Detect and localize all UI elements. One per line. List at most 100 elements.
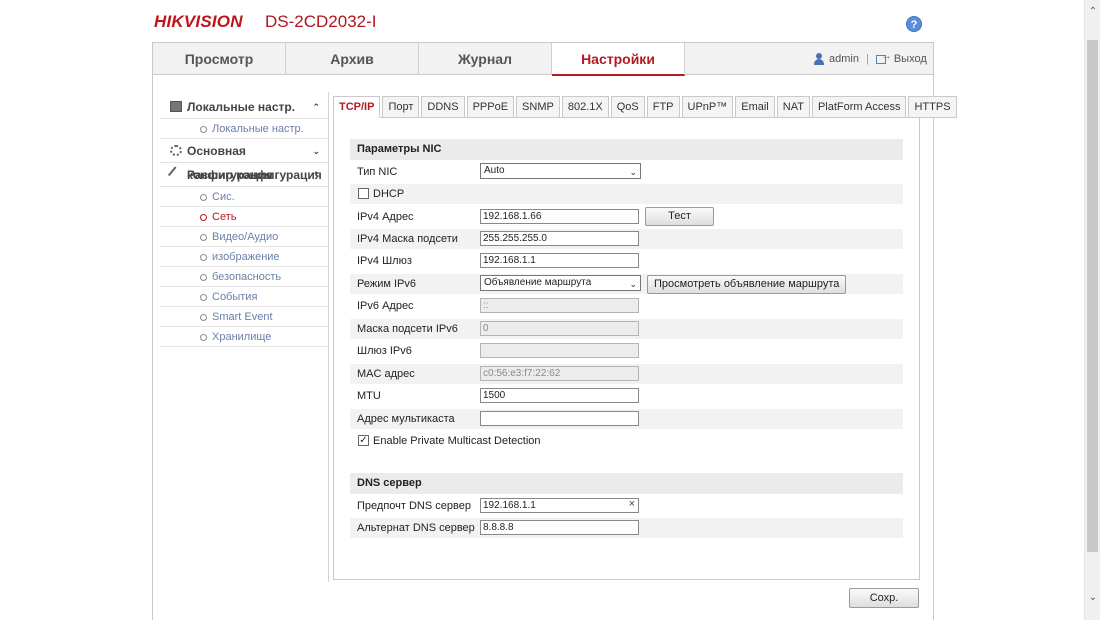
- preferred-dns-label: Предпочт DNS сервер: [357, 500, 471, 512]
- sidebar-divider: [328, 92, 329, 582]
- ipv6-mode-label: Режим IPv6: [357, 278, 416, 290]
- row-ipv6-mode: Режим IPv6 Объявление маршрута ⌄ Просмот…: [350, 274, 903, 294]
- sidebar-item-local-config[interactable]: Локальные настр.: [160, 119, 328, 139]
- sidebar-section-advanced[interactable]: Расшир конфигурация ⌃: [160, 163, 328, 187]
- scroll-down-icon[interactable]: ⌄: [1087, 592, 1099, 604]
- dhcp-label: DHCP: [373, 188, 405, 200]
- user-box: admin | Выход: [813, 50, 927, 66]
- tab-port[interactable]: Порт: [382, 96, 420, 118]
- tab-email[interactable]: Email: [735, 96, 775, 118]
- row-alternate-dns: Альтернат DNS сервер 8.8.8.8: [350, 518, 903, 538]
- alternate-dns-label: Альтернат DNS сервер: [357, 522, 475, 534]
- logout-icon[interactable]: [875, 50, 892, 64]
- username: admin: [829, 53, 859, 65]
- mac-address-input: c0:56:e3:f7:22:62: [480, 366, 639, 381]
- sidebar-item-system[interactable]: Сис.: [160, 187, 328, 207]
- sidebar-item-video-audio[interactable]: Видео/Аудио: [160, 227, 328, 247]
- user-icon: [813, 53, 825, 65]
- ipv4-gateway-input[interactable]: 192.168.1.1: [480, 253, 639, 268]
- tab-https[interactable]: HTTPS: [908, 96, 957, 118]
- monitor-icon: [170, 101, 182, 112]
- tab-platform-access[interactable]: PlatForm Access: [811, 96, 907, 118]
- chevron-down-icon[interactable]: ⌄: [312, 139, 320, 163]
- multicast-input[interactable]: [480, 411, 639, 426]
- sidebar-section-basic[interactable]: Основная конфигурация ⌄: [160, 139, 328, 182]
- sidebar-item-security[interactable]: безопасность: [160, 267, 328, 287]
- tab-upnp[interactable]: UPnP™: [681, 96, 734, 118]
- ipv6-mode-select[interactable]: Объявление маршрута ⌄: [480, 275, 641, 291]
- tab-qos[interactable]: QoS: [610, 96, 645, 118]
- help-icon[interactable]: ?: [906, 16, 922, 32]
- ipv4-gateway-label: IPv4 Шлюз: [357, 255, 412, 267]
- row-nic-type: Тип NIC Auto ⌄: [350, 162, 903, 182]
- preferred-dns-value: 192.168.1.1: [483, 500, 536, 511]
- private-multicast-label: Enable Private Multicast Detection: [373, 435, 541, 447]
- mac-address-label: MAC адрес: [357, 368, 415, 380]
- tab-8021x[interactable]: 802.1X: [561, 96, 609, 118]
- section-dns-title: DNS сервер: [350, 473, 903, 494]
- chevron-up-icon[interactable]: ⌃: [312, 95, 320, 119]
- mtu-input[interactable]: 1500: [480, 388, 639, 403]
- sidebar-item-smart-event[interactable]: Smart Event: [160, 307, 328, 327]
- row-ipv4-address: IPv4 Адрес 192.168.1.66 Тест: [350, 207, 903, 227]
- ipv4-address-label: IPv4 Адрес: [357, 211, 414, 223]
- sidebar-item-storage[interactable]: Хранилище: [160, 327, 328, 347]
- ipv4-mask-label: IPv4 Маска подсети: [357, 233, 458, 245]
- tab-pppoe[interactable]: PPPoE: [466, 96, 515, 118]
- vertical-scrollbar[interactable]: ⌃ ⌄: [1084, 0, 1100, 620]
- tab-playback[interactable]: Архив: [286, 43, 419, 75]
- ipv6-mode-value: Объявление маршрута: [484, 277, 592, 288]
- sidebar-section-label: Расшир конфигурация: [187, 168, 322, 182]
- tab-tcpip[interactable]: TCP/IP: [333, 96, 381, 118]
- tab-snmp[interactable]: SNMP: [516, 96, 560, 118]
- content-tabs: TCP/IP Порт DDNS PPPoE SNMP 802.1X QoS F…: [333, 96, 959, 118]
- chevron-up-icon[interactable]: ⌃: [312, 163, 320, 187]
- test-button[interactable]: Тест: [645, 207, 714, 226]
- multicast-label: Адрес мультикаста: [357, 413, 455, 425]
- separator: |: [865, 53, 869, 65]
- row-ipv6-address: IPv6 Адрес ::: [350, 296, 903, 316]
- section-nic-title: Параметры NIC: [350, 139, 903, 160]
- nic-type-value: Auto: [484, 165, 505, 176]
- gear-icon: [170, 145, 182, 156]
- tab-nat[interactable]: NAT: [776, 96, 810, 118]
- scroll-up-icon[interactable]: ⌃: [1087, 6, 1099, 18]
- wrench-icon: [167, 166, 185, 183]
- row-mtu: MTU 1500: [350, 386, 903, 406]
- private-multicast-checkbox[interactable]: ✓: [358, 435, 369, 446]
- logout-link[interactable]: Выход: [894, 53, 927, 65]
- row-ipv4-mask: IPv4 Маска подсети 255.255.255.0: [350, 229, 903, 249]
- clear-icon[interactable]: ×: [629, 498, 635, 511]
- alternate-dns-input[interactable]: 8.8.8.8: [480, 520, 639, 535]
- save-button[interactable]: Сохр.: [849, 588, 919, 608]
- mtu-label: MTU: [357, 390, 381, 402]
- sidebar-item-network[interactable]: Сеть: [160, 207, 328, 227]
- row-preferred-dns: Предпочт DNS сервер 192.168.1.1 ×: [350, 496, 903, 516]
- ipv4-mask-input[interactable]: 255.255.255.0: [480, 231, 639, 246]
- row-mac-address: MAC адрес c0:56:e3:f7:22:62: [350, 364, 903, 384]
- tab-log[interactable]: Журнал: [419, 43, 552, 75]
- row-multicast: Адрес мультикаста: [350, 409, 903, 429]
- ipv6-gateway-input: [480, 343, 639, 358]
- scrollbar-thumb[interactable]: [1087, 40, 1098, 552]
- preferred-dns-input[interactable]: 192.168.1.1 ×: [480, 498, 639, 513]
- tab-ddns[interactable]: DDNS: [421, 96, 465, 118]
- sidebar-item-events[interactable]: События: [160, 287, 328, 307]
- tab-live-view[interactable]: Просмотр: [153, 43, 286, 75]
- row-private-multicast: ✓ Enable Private Multicast Detection: [350, 431, 903, 451]
- dhcp-checkbox[interactable]: [358, 188, 369, 199]
- tab-configuration[interactable]: Настройки: [552, 43, 685, 76]
- sidebar: Локальные настр. ⌃ Локальные настр. Осно…: [160, 95, 328, 347]
- device-model: DS-2CD2032-I: [265, 12, 377, 31]
- nic-type-label: Тип NIC: [357, 166, 398, 178]
- row-ipv4-gateway: IPv4 Шлюз 192.168.1.1: [350, 251, 903, 271]
- ipv6-address-label: IPv6 Адрес: [357, 300, 414, 312]
- sidebar-item-image[interactable]: изображение: [160, 247, 328, 267]
- ipv4-address-input[interactable]: 192.168.1.66: [480, 209, 639, 224]
- view-route-advertisement-button[interactable]: Просмотреть объявление маршрута: [647, 275, 847, 294]
- sidebar-section-local[interactable]: Локальные настр. ⌃: [160, 95, 328, 119]
- row-dhcp: DHCP: [350, 184, 903, 204]
- page: HIKVISION DS-2CD2032-I ? Просмотр Архив …: [0, 0, 1100, 620]
- tab-ftp[interactable]: FTP: [646, 96, 680, 118]
- nic-type-select[interactable]: Auto ⌄: [480, 163, 641, 179]
